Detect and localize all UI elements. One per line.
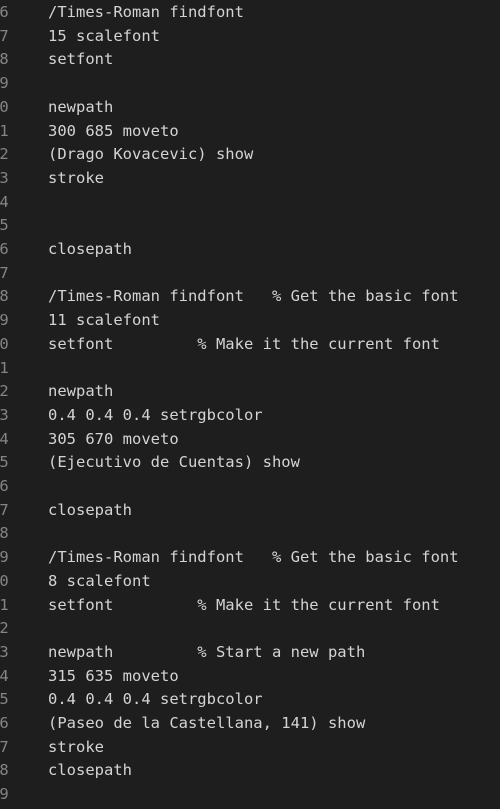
code-line[interactable]: 41 300 685 moveto <box>0 122 500 146</box>
code-line[interactable]: 57 closepath <box>0 501 500 525</box>
code-line[interactable]: 68 closepath <box>0 761 500 785</box>
code-text: 15 scalefont <box>48 26 160 45</box>
code-line[interactable]: 53 0.4 0.4 0.4 setrgbcolor <box>0 406 500 430</box>
code-line[interactable]: 45 <box>0 216 500 240</box>
code-line[interactable]: 60 8 scalefont <box>0 572 500 596</box>
code-line[interactable]: 43 stroke <box>0 169 500 193</box>
line-number: 51 <box>0 358 9 377</box>
line-number: 50 <box>0 334 9 353</box>
code-text: closepath <box>48 240 132 258</box>
line-number: 40 <box>0 97 9 116</box>
code-line[interactable]: 58 <box>0 524 500 548</box>
code-line[interactable]: 46 closepath <box>0 240 500 264</box>
code-line[interactable]: 39 <box>0 74 500 98</box>
code-line[interactable]: 44 <box>0 193 500 217</box>
code-line[interactable]: 56 <box>0 477 500 501</box>
code-text: stroke <box>48 737 104 756</box>
line-number: 44 <box>0 192 9 211</box>
line-number: 36 <box>0 3 9 21</box>
code-line[interactable]: 42 (Drago Kovacevic) show <box>0 145 500 169</box>
code-line[interactable]: 63 newpath % Start a new path <box>0 643 500 667</box>
code-text: 305 670 moveto <box>48 429 179 448</box>
line-number: 52 <box>0 382 9 401</box>
line-number: 45 <box>0 216 9 235</box>
code-text: closepath <box>48 500 132 519</box>
code-line[interactable]: 40 newpath <box>0 98 500 122</box>
code-text: 315 635 moveto <box>48 666 179 685</box>
line-number: 65 <box>0 690 9 709</box>
line-number: 69 <box>0 785 9 804</box>
line-number: 46 <box>0 240 9 258</box>
code-line[interactable]: 51 <box>0 359 500 383</box>
code-line[interactable]: 54 305 670 moveto <box>0 430 500 454</box>
code-text: (Drago Kovacevic) show <box>48 145 254 164</box>
line-number: 68 <box>0 761 9 780</box>
line-number: 56 <box>0 477 9 495</box>
code-text: 11 scalefont <box>48 311 160 330</box>
line-number: 59 <box>0 548 9 567</box>
code-line[interactable]: 67 stroke <box>0 738 500 762</box>
line-number: 38 <box>0 50 9 69</box>
line-number: 41 <box>0 121 9 140</box>
code-text: 0.4 0.4 0.4 setrgbcolor <box>48 405 263 424</box>
line-number: 64 <box>0 666 9 685</box>
code-line[interactable]: 36/Times-Roman findfont <box>0 3 500 27</box>
code-line[interactable]: 49 11 scalefont <box>0 311 500 335</box>
line-number: 67 <box>0 737 9 756</box>
code-line[interactable]: 64 315 635 moveto <box>0 667 500 691</box>
line-number: 55 <box>0 453 9 472</box>
code-text: setfont <box>48 50 114 69</box>
code-text: /Times-Roman findfont % Get the basic fo… <box>48 287 459 306</box>
line-number: 61 <box>0 595 9 614</box>
line-number: 39 <box>0 74 9 93</box>
line-number: 58 <box>0 524 9 543</box>
code-text: (Paseo de la Castellana, 141) show <box>48 714 366 732</box>
code-text: stroke <box>48 168 104 187</box>
line-number: 47 <box>0 263 9 282</box>
line-number: 57 <box>0 500 9 519</box>
code-text: 0.4 0.4 0.4 setrgbcolor <box>48 690 263 709</box>
code-line[interactable]: 48/Times-Roman findfont % Get the basic … <box>0 287 500 311</box>
code-line[interactable]: 37 15 scalefont <box>0 27 500 51</box>
line-number: 53 <box>0 405 9 424</box>
line-number: 62 <box>0 619 9 638</box>
code-line[interactable]: 55 (Ejecutivo de Cuentas) show <box>0 453 500 477</box>
code-line[interactable]: 61 setfont % Make it the current font <box>0 596 500 620</box>
code-text: /Times-Roman findfont % Get the basic fo… <box>48 548 459 567</box>
code-line[interactable]: 59/Times-Roman findfont % Get the basic … <box>0 548 500 572</box>
code-text: newpath % Start a new path <box>48 642 366 661</box>
code-text: 8 scalefont <box>48 571 151 590</box>
line-number: 54 <box>0 429 9 448</box>
code-line[interactable]: 47 <box>0 264 500 288</box>
line-number: 42 <box>0 145 9 164</box>
line-number: 48 <box>0 287 9 306</box>
code-line[interactable]: 66 (Paseo de la Castellana, 141) show <box>0 714 500 738</box>
code-text: (Ejecutivo de Cuentas) show <box>48 453 300 472</box>
line-number: 37 <box>0 26 9 45</box>
code-line[interactable]: 50 setfont % Make it the current font <box>0 335 500 359</box>
code-text: setfont % Make it the current font <box>48 334 440 353</box>
code-editor[interactable]: 36/Times-Roman findfont3715 scalefont38s… <box>0 0 500 808</box>
line-number: 43 <box>0 168 9 187</box>
code-line[interactable]: 62 <box>0 619 500 643</box>
code-line[interactable]: 38 setfont <box>0 50 500 74</box>
code-text: /Times-Roman findfont <box>48 3 244 21</box>
line-number: 63 <box>0 642 9 661</box>
line-number: 66 <box>0 714 9 732</box>
code-line[interactable]: 52 newpath <box>0 382 500 406</box>
code-text: closepath <box>48 761 132 780</box>
code-text: newpath <box>48 97 114 116</box>
code-text: 300 685 moveto <box>48 121 179 140</box>
code-line[interactable]: 65 0.4 0.4 0.4 setrgbcolor <box>0 690 500 714</box>
line-number: 49 <box>0 311 9 330</box>
code-text: newpath <box>48 382 114 401</box>
code-text: setfont % Make it the current font <box>48 595 440 614</box>
line-number: 60 <box>0 571 9 590</box>
code-line[interactable]: 69 <box>0 785 500 809</box>
